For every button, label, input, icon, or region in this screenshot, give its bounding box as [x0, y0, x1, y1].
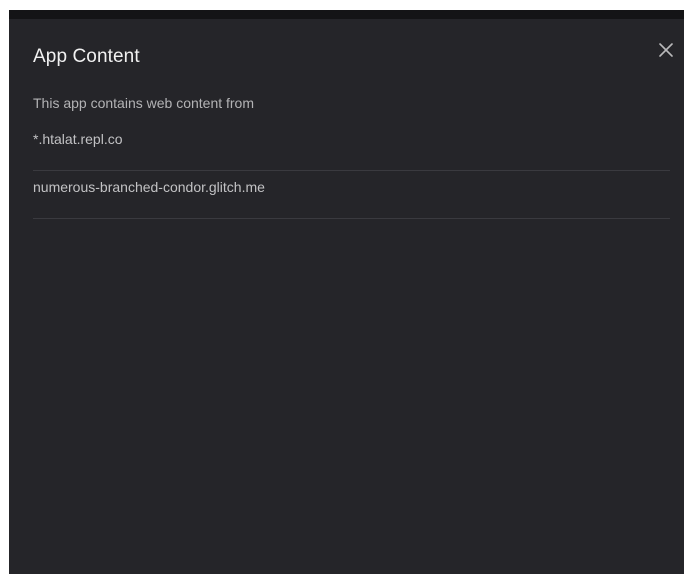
domain-list-item: *.htalat.repl.co	[33, 123, 670, 171]
window-topbar	[9, 10, 684, 19]
dialog-title: App Content	[33, 46, 140, 67]
dialog-description: This app contains web content from	[33, 95, 255, 111]
domain-list-item: numerous-branched-condor.glitch.me	[33, 171, 670, 219]
close-icon	[659, 43, 673, 57]
close-button[interactable]	[656, 40, 676, 60]
app-content-dialog: App Content This app contains web conten…	[9, 10, 684, 574]
domain-list: *.htalat.repl.co numerous-branched-condo…	[33, 123, 670, 219]
